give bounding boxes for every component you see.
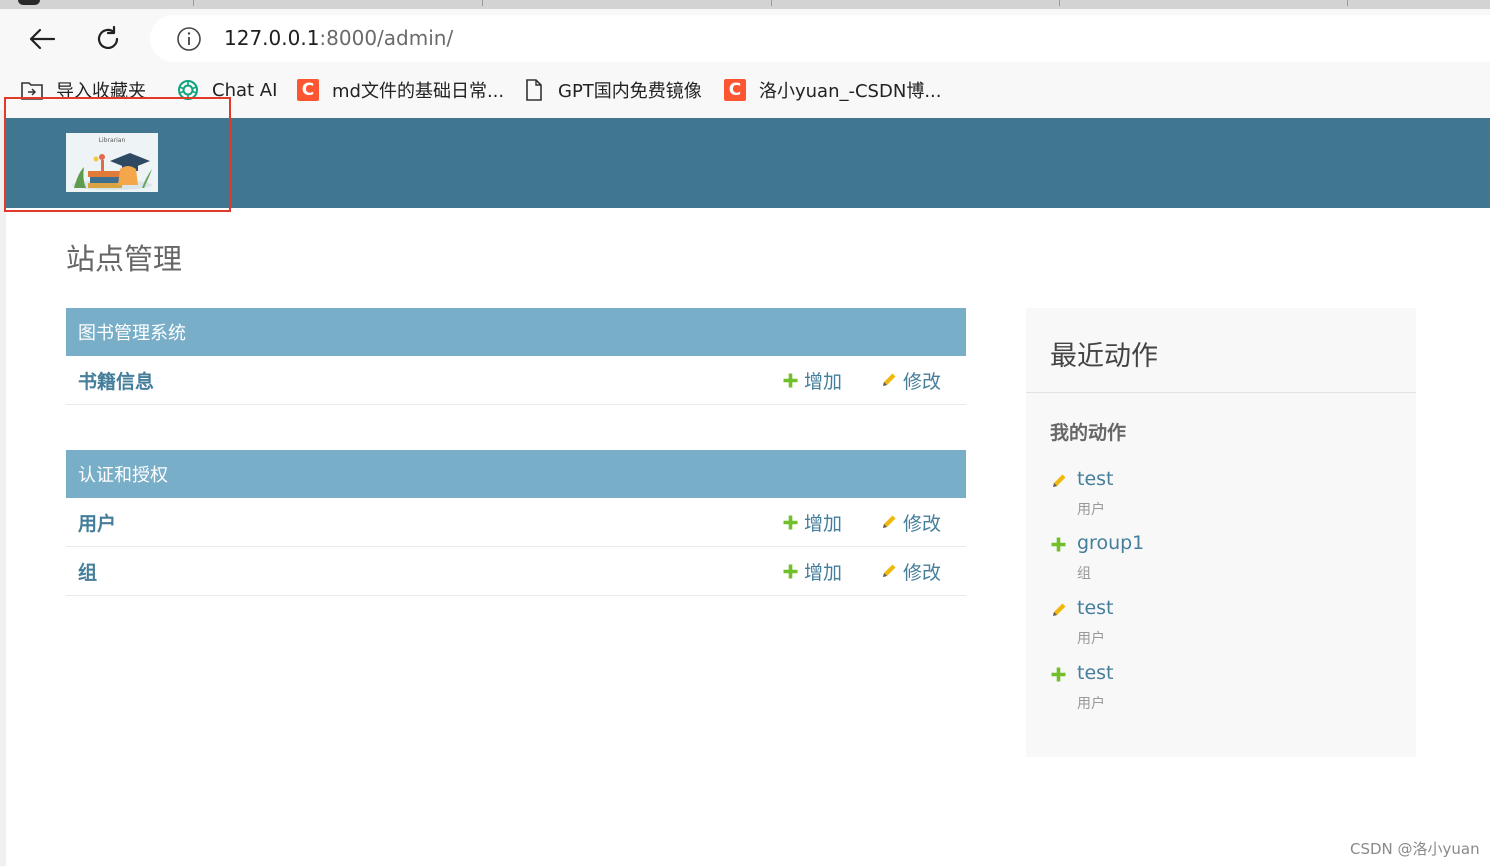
page-title: 站点管理	[66, 242, 183, 276]
bookmark-csdn-blog[interactable]: C 洛小yuan_-CSDN博...	[723, 76, 941, 104]
bookmark-gpt-mirror[interactable]: GPT国内免费镜像	[522, 76, 702, 104]
recent-action-type: 用户	[1077, 502, 1105, 518]
recent-action-link[interactable]: group1	[1077, 532, 1144, 554]
browser-toolbar: 127.0.0.1:8000/admin/	[0, 9, 1490, 68]
pencil-icon	[883, 515, 896, 528]
recent-action-link[interactable]: test	[1077, 597, 1114, 619]
pencil-icon	[883, 564, 896, 577]
tab-separator	[193, 0, 194, 6]
bookmark-md-basics[interactable]: C md文件的基础日常...	[296, 76, 504, 104]
csdn-icon: C	[296, 78, 320, 102]
pencil-icon	[1053, 603, 1066, 616]
app-module-library: 图书管理系统 书籍信息 增加 修改	[66, 308, 966, 405]
url-text[interactable]: 127.0.0.1:8000/admin/	[224, 26, 453, 50]
recent-action-link[interactable]: test	[1077, 662, 1114, 684]
annotation-highlight-box	[4, 97, 231, 212]
model-row-books: 书籍信息 增加 修改	[66, 356, 966, 405]
plus-icon	[783, 373, 798, 387]
add-label: 增加	[804, 370, 843, 393]
back-arrow-icon	[29, 28, 56, 50]
url-path: :8000/admin/	[319, 26, 454, 50]
model-link[interactable]: 组	[78, 558, 97, 585]
recent-actions-title: 最近动作	[1050, 341, 1158, 372]
tab-favicon[interactable]	[18, 0, 40, 5]
bookmark-label: md文件的基础日常...	[332, 81, 505, 102]
site-info-icon[interactable]	[176, 26, 202, 52]
tab-separator	[1059, 0, 1060, 6]
plus-icon	[783, 515, 798, 529]
module-caption[interactable]: 图书管理系统	[66, 308, 966, 356]
model-link[interactable]: 书籍信息	[78, 367, 154, 394]
recent-action-type: 用户	[1077, 631, 1105, 647]
model-link[interactable]: 用户	[78, 509, 116, 536]
csdn-watermark: CSDN @洛小yuan	[1350, 840, 1480, 858]
add-label: 增加	[804, 561, 843, 584]
recent-action-item: group1 组	[1050, 532, 1390, 582]
tab-strip	[0, 0, 1490, 9]
url-host: 127.0.0.1	[224, 26, 320, 50]
model-row-groups: 组 增加 修改	[66, 547, 966, 596]
plus-icon	[1051, 667, 1066, 682]
model-row-users: 用户 增加 修改	[66, 498, 966, 547]
module-caption[interactable]: 认证和授权	[66, 450, 966, 498]
recent-action-item: test 用户	[1050, 662, 1390, 712]
my-actions-heading: 我的动作	[1050, 422, 1127, 444]
recent-action-type: 组	[1077, 566, 1091, 582]
plus-icon	[783, 564, 798, 578]
add-link[interactable]: 增加	[782, 367, 842, 394]
change-label: 修改	[903, 561, 942, 584]
back-button[interactable]	[22, 21, 62, 57]
bookmark-label: GPT国内免费镜像	[558, 81, 702, 102]
module-caption-text[interactable]: 认证和授权	[78, 461, 168, 487]
change-link[interactable]: 修改	[880, 558, 941, 585]
module-caption-text[interactable]: 图书管理系统	[78, 319, 186, 345]
recent-actions-panel: 最近动作 我的动作 test 用户 group1 组 test 用户 test …	[1026, 308, 1416, 757]
recent-action-link[interactable]: test	[1077, 468, 1114, 490]
tab-separator	[771, 0, 772, 6]
recent-action-type: 用户	[1077, 696, 1105, 712]
plus-icon	[1051, 537, 1066, 552]
pencil-icon	[1053, 474, 1066, 487]
change-link[interactable]: 修改	[880, 367, 941, 394]
page-icon	[522, 78, 546, 102]
app-module-auth: 认证和授权 用户 增加 修改 组 增加 修改	[66, 450, 966, 596]
reload-icon	[97, 25, 119, 50]
csdn-icon: C	[723, 78, 747, 102]
change-label: 修改	[903, 512, 942, 535]
change-label: 修改	[903, 370, 942, 393]
change-link[interactable]: 修改	[880, 509, 941, 536]
add-link[interactable]: 增加	[782, 509, 842, 536]
pencil-icon	[883, 373, 896, 386]
recent-action-item: test 用户	[1050, 468, 1390, 518]
divider	[1026, 392, 1416, 393]
address-bar[interactable]: 127.0.0.1:8000/admin/	[150, 15, 1490, 62]
bookmark-label: 洛小yuan_-CSDN博...	[759, 81, 942, 102]
add-label: 增加	[804, 512, 843, 535]
recent-action-item: test 用户	[1050, 597, 1390, 647]
add-link[interactable]: 增加	[782, 558, 842, 585]
reload-button[interactable]	[88, 21, 128, 57]
tab-separator	[482, 0, 483, 6]
page-left-border	[0, 110, 6, 866]
tab-separator	[1347, 0, 1348, 6]
